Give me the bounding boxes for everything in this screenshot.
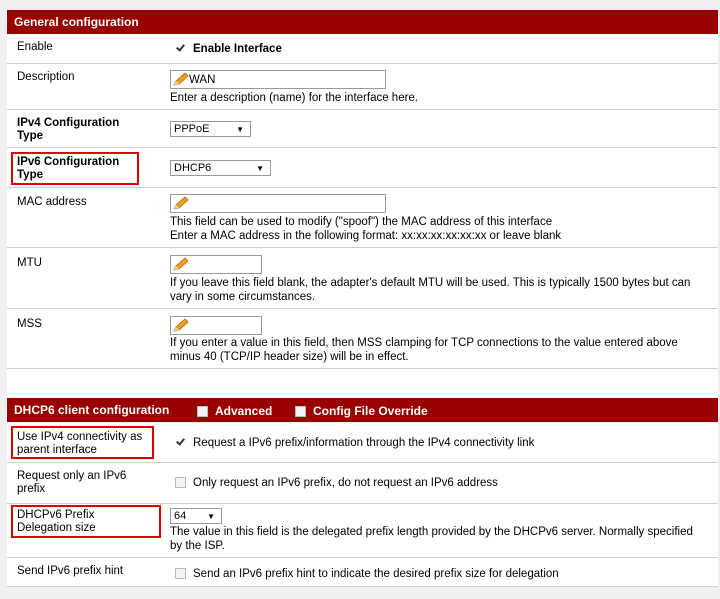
prefix-only-label-1: Request only an IPv6 xyxy=(17,470,127,482)
use-ipv4-checkbox-label: Request a IPv6 prefix/information throug… xyxy=(193,437,535,449)
description-row: Description WAN Enter a description (nam… xyxy=(7,64,718,110)
pencil-icon xyxy=(173,318,189,332)
checkbox-icon xyxy=(295,406,306,418)
chevron-down-icon: ▼ xyxy=(256,164,264,173)
prefix-hint-label: Send IPv6 prefix hint xyxy=(17,565,124,577)
prefix-only-checkbox-label: Only request an IPv6 prefix, do not requ… xyxy=(193,477,498,489)
ipv4-type-label-1: IPv4 Configuration xyxy=(17,117,120,129)
enable-row: Enable Enable Interface xyxy=(7,34,718,64)
mss-input[interactable] xyxy=(170,316,262,335)
mss-row: MSS If you enter a value in this field, … xyxy=(7,309,718,369)
config-file-override-checkbox[interactable] xyxy=(295,404,306,418)
prefix-only-checkbox[interactable] xyxy=(175,477,186,489)
ipv6-type-value: DHCP6 xyxy=(174,162,212,174)
enable-checkbox[interactable] xyxy=(175,43,186,55)
general-config-header: General configuration xyxy=(7,10,718,34)
pencil-icon xyxy=(173,72,189,86)
delegation-size-value: 64 xyxy=(174,510,187,522)
description-label: Description xyxy=(17,71,75,83)
check-icon xyxy=(175,437,186,448)
ipv4-type-value: PPPoE xyxy=(174,123,210,135)
mac-help-1: This field can be used to modify ("spoof… xyxy=(170,216,553,228)
section-spacer xyxy=(7,369,718,398)
dhcp6-config-header: DHCP6 client configuration Advanced Conf… xyxy=(7,398,718,422)
mtu-input[interactable] xyxy=(170,255,262,274)
mtu-row: MTU If you leave this field blank, the a… xyxy=(7,248,718,309)
prefix-hint-row: Send IPv6 prefix hint Send an IPv6 prefi… xyxy=(7,558,718,587)
enable-label: Enable xyxy=(17,41,53,53)
enable-interface-label: Enable Interface xyxy=(193,43,282,55)
mtu-label: MTU xyxy=(17,257,42,269)
advanced-label: Advanced xyxy=(215,404,273,418)
checkbox-icon xyxy=(175,568,186,580)
description-help: Enter a description (name) for the inter… xyxy=(170,92,419,104)
prefix-hint-checkbox-label: Send an IPv6 prefix hint to indicate the… xyxy=(193,568,559,580)
dhcp6-config-title: DHCP6 client configuration xyxy=(14,403,170,417)
delegation-size-select[interactable]: 64 ▼ xyxy=(170,508,222,524)
checkbox-icon xyxy=(197,406,208,418)
delegation-help-2: by the ISP. xyxy=(170,540,225,552)
chevron-down-icon: ▼ xyxy=(207,512,215,521)
prefix-only-row: Request only an IPv6 prefix Only request… xyxy=(7,463,718,504)
pencil-icon xyxy=(173,257,189,271)
use-ipv4-checkbox[interactable] xyxy=(175,437,186,449)
advanced-checkbox[interactable] xyxy=(197,404,208,418)
ipv6-type-select[interactable]: DHCP6 ▼ xyxy=(170,160,271,176)
check-icon xyxy=(175,43,186,54)
delegation-highlight xyxy=(11,505,161,538)
pencil-icon xyxy=(173,196,189,210)
use-ipv4-highlight xyxy=(11,426,154,459)
mac-help-2: Enter a MAC address in the following for… xyxy=(170,230,562,242)
general-config-title: General configuration xyxy=(14,15,139,29)
mtu-help-2: vary in some circumstances. xyxy=(170,291,316,303)
mac-input[interactable] xyxy=(170,194,386,213)
ipv4-type-label-2: Type xyxy=(17,130,43,142)
config-file-override-label: Config File Override xyxy=(313,404,428,418)
prefix-hint-checkbox[interactable] xyxy=(175,568,186,580)
chevron-down-icon: ▼ xyxy=(236,125,244,134)
ipv4-type-select[interactable]: PPPoE ▼ xyxy=(170,121,251,137)
ipv4-type-row: IPv4 Configuration Type PPPoE ▼ xyxy=(7,110,718,148)
prefix-only-label-2: prefix xyxy=(17,483,46,495)
mss-help-1: If you enter a value in this field, then… xyxy=(170,337,678,349)
page: General configuration Enable Enable Inte… xyxy=(0,0,720,599)
description-value: WAN xyxy=(189,73,216,86)
delegation-help-1: The value in this field is the delegated… xyxy=(170,526,693,538)
description-input[interactable]: WAN xyxy=(170,70,386,89)
checkbox-icon xyxy=(175,477,186,489)
mtu-help-1: If you leave this field blank, the adapt… xyxy=(170,277,691,289)
mac-label: MAC address xyxy=(17,196,87,208)
mac-row: MAC address This field can be used to mo… xyxy=(7,188,718,248)
mss-help-2: minus 40 (TCP/IP header size) will be in… xyxy=(170,351,409,363)
mss-label: MSS xyxy=(17,318,42,330)
ipv6-type-highlight xyxy=(11,152,139,185)
